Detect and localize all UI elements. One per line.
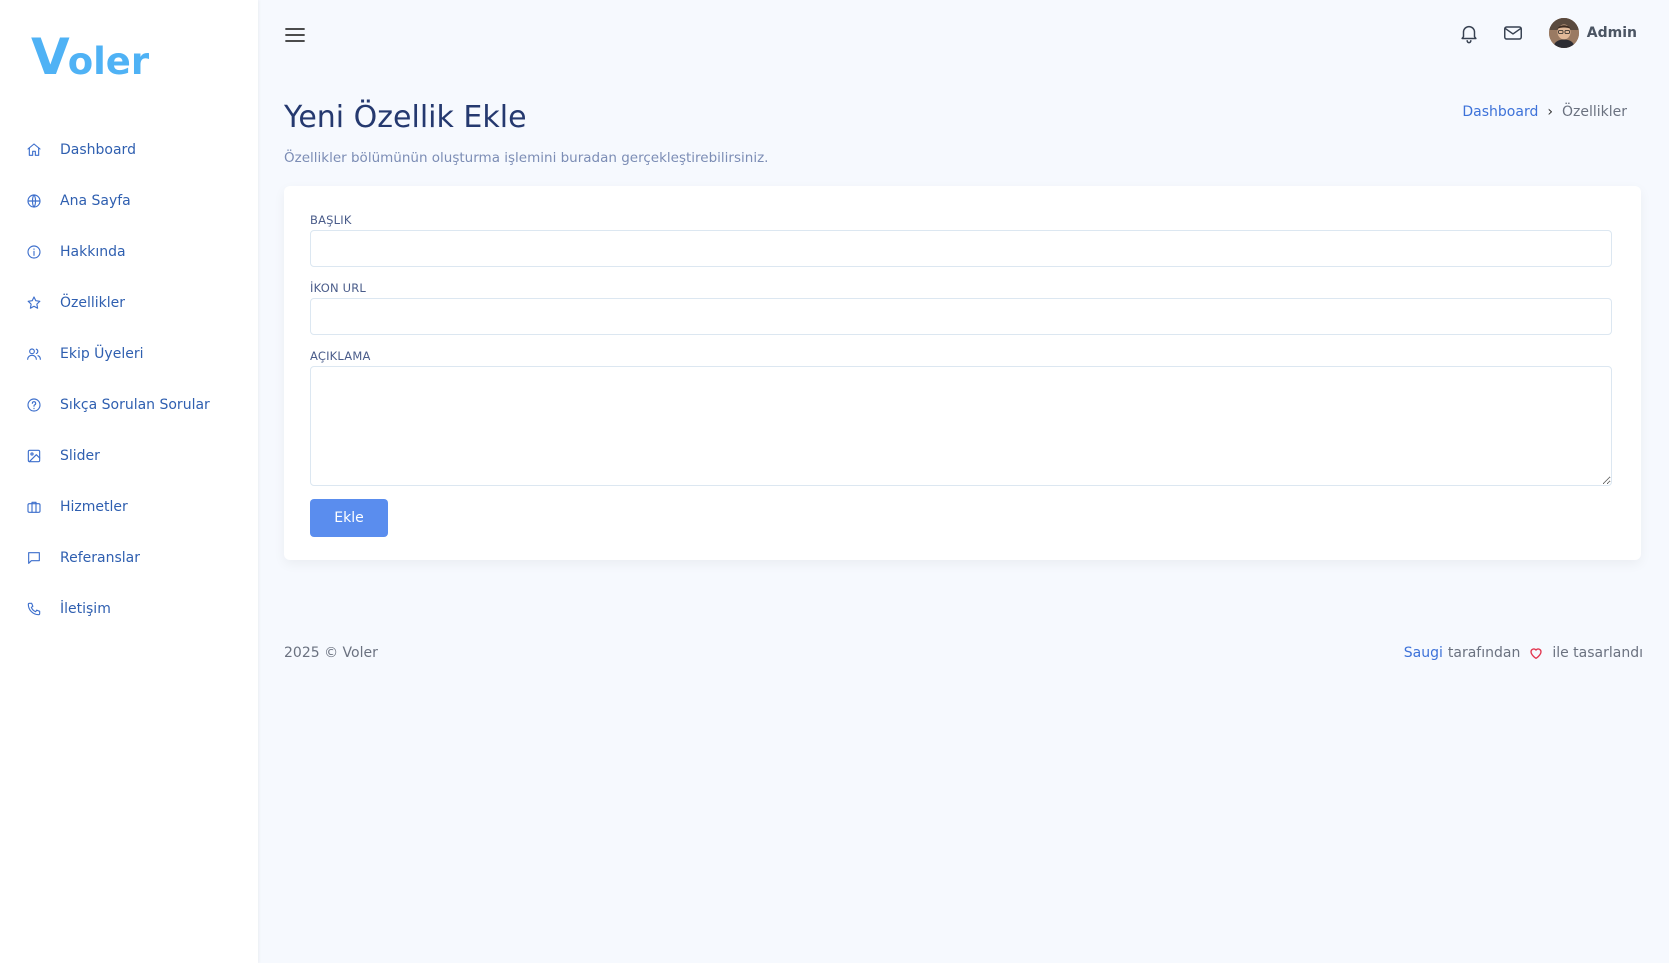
footer-by-text: tarafından xyxy=(1447,645,1521,661)
topbar-actions: Admin xyxy=(1457,18,1637,48)
sidebar-item-ekip-uyeleri[interactable]: Ekip Üyeleri xyxy=(0,328,258,379)
sidebar-item-label: Sıkça Sorulan Sorular xyxy=(60,396,210,413)
users-icon xyxy=(25,345,43,363)
sidebar-item-iletisim[interactable]: İletişim xyxy=(0,583,258,634)
sidebar-item-label: Referanslar xyxy=(60,549,140,566)
logo-first-letter: V xyxy=(31,28,70,86)
submit-button[interactable]: Ekle xyxy=(310,499,388,537)
sidebar-item-label: İletişim xyxy=(60,600,111,617)
avatar xyxy=(1548,18,1579,48)
mail-icon[interactable] xyxy=(1501,21,1525,45)
sidebar-item-label: Hizmetler xyxy=(60,498,128,515)
breadcrumb: Dashboard › Özellikler xyxy=(1462,104,1627,120)
phone-icon xyxy=(25,600,43,618)
sidebar-item-label: Slider xyxy=(60,447,100,464)
sidebar-item-label: Dashboard xyxy=(60,141,136,158)
sidebar-menu: Dashboard Ana Sayfa Hakkında Özellikler … xyxy=(0,124,258,634)
home-icon xyxy=(25,141,43,159)
sidebar-item-label: Hakkında xyxy=(60,243,126,260)
footer-copyright: 2025 © Voler xyxy=(284,645,378,661)
menu-toggle-icon[interactable] xyxy=(284,26,306,44)
question-icon xyxy=(25,396,43,414)
sidebar-item-sss[interactable]: Sıkça Sorulan Sorular xyxy=(0,379,258,430)
footer-credit: Saugi tarafından ile tasarlandı xyxy=(1404,645,1643,661)
briefcase-icon xyxy=(25,498,43,516)
heart-icon xyxy=(1528,645,1544,661)
description-label: AÇIKLAMA xyxy=(310,349,371,363)
feature-form-card: BAŞLIK İKON URL AÇIKLAMA Ekle xyxy=(284,186,1641,560)
info-icon xyxy=(25,243,43,261)
title-label: BAŞLIK xyxy=(310,213,352,227)
sidebar-item-label: Ekip Üyeleri xyxy=(60,345,144,362)
sidebar: Voler Dashboard Ana Sayfa Hakkında Özell… xyxy=(0,0,258,963)
sidebar-item-referanslar[interactable]: Referanslar xyxy=(0,532,258,583)
logo-rest: oler xyxy=(67,40,150,83)
star-icon xyxy=(25,294,43,312)
breadcrumb-current: Özellikler xyxy=(1561,104,1627,120)
title-input[interactable] xyxy=(310,230,1612,267)
icon-url-label: İKON URL xyxy=(310,281,367,295)
breadcrumb-dashboard-link[interactable]: Dashboard xyxy=(1462,104,1538,120)
description-textarea[interactable] xyxy=(310,366,1612,486)
bell-icon[interactable] xyxy=(1457,21,1481,45)
sidebar-item-label: Ana Sayfa xyxy=(60,192,131,209)
sidebar-item-slider[interactable]: Slider xyxy=(0,430,258,481)
page-subtitle: Özellikler bölümünün oluşturma işlemini … xyxy=(284,150,769,166)
sidebar-item-ozellikler[interactable]: Özellikler xyxy=(0,277,258,328)
sidebar-item-hizmetler[interactable]: Hizmetler xyxy=(0,481,258,532)
sidebar-item-label: Özellikler xyxy=(60,294,126,311)
chat-icon xyxy=(25,549,43,567)
footer-author-link[interactable]: Saugi xyxy=(1404,645,1443,661)
sidebar-item-hakkinda[interactable]: Hakkında xyxy=(0,226,258,277)
sidebar-item-dashboard[interactable]: Dashboard xyxy=(0,124,258,175)
page-title: Yeni Özellik Ekle xyxy=(284,100,527,135)
user-name: Admin xyxy=(1586,25,1637,41)
globe-icon xyxy=(25,192,43,210)
image-icon xyxy=(25,447,43,465)
icon-url-input[interactable] xyxy=(310,298,1612,335)
sidebar-item-ana-sayfa[interactable]: Ana Sayfa xyxy=(0,175,258,226)
footer-designed-text: ile tasarlandı xyxy=(1552,645,1643,661)
voler-logo[interactable]: Voler xyxy=(31,32,149,82)
user-menu[interactable]: Admin xyxy=(1548,18,1637,48)
chevron-right-icon: › xyxy=(1547,104,1553,120)
